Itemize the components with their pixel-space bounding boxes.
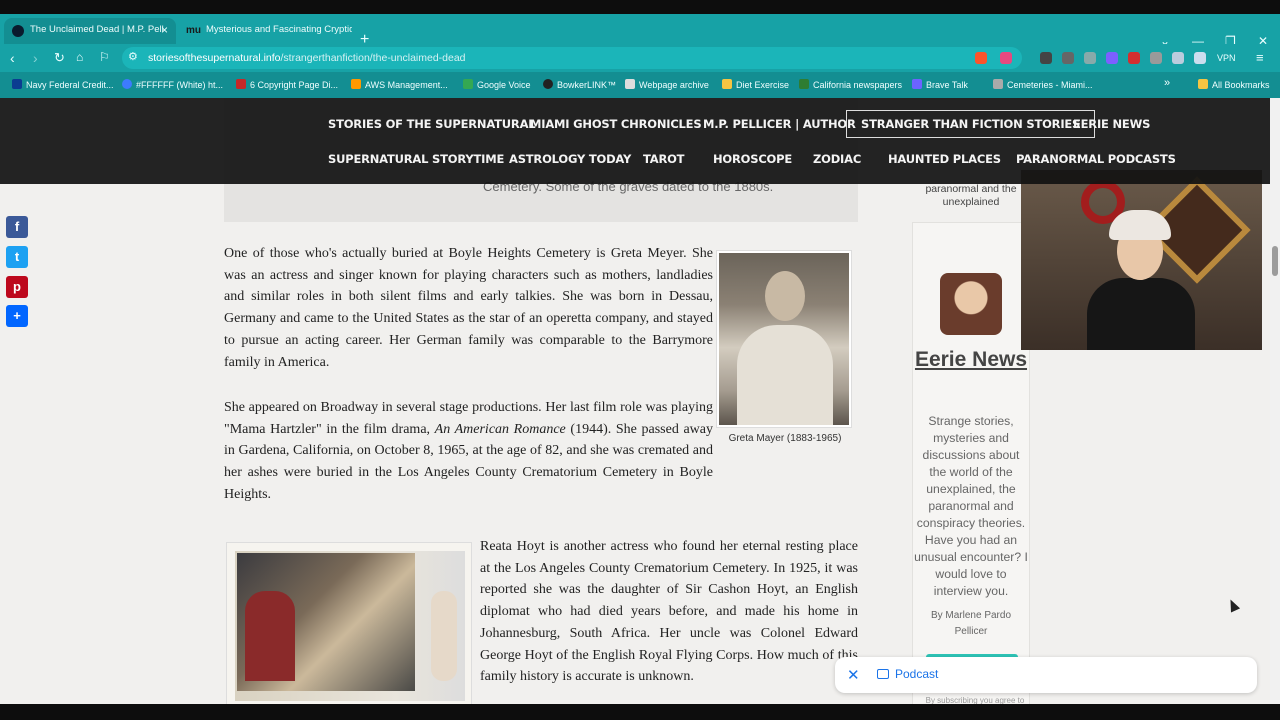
more-bookmarks-icon[interactable]: »: [1164, 77, 1170, 89]
sidebar-description: Strange stories, mysteries and discussio…: [914, 414, 1028, 598]
aws-icon: [351, 79, 361, 89]
close-tab-icon[interactable]: ×: [161, 23, 168, 37]
brave-rewards-icon[interactable]: [1000, 52, 1012, 64]
top-strip: [0, 0, 1280, 14]
sidebar-tagline: paranormal and the unexplained: [925, 183, 1017, 208]
webcam-overlay: [1021, 170, 1262, 350]
forward-icon[interactable]: ›: [33, 50, 38, 66]
nav-paranormal-podcasts[interactable]: PARANORMAL PODCASTS: [1016, 152, 1176, 166]
menu-icon[interactable]: ≡: [1256, 50, 1264, 65]
greta-meyer-image: [719, 253, 849, 425]
extensions-icon[interactable]: [1172, 52, 1184, 64]
nav-author[interactable]: M.P. PELLICER | AUTHOR: [703, 117, 856, 131]
brave-talk-icon: [912, 79, 922, 89]
extension-3-icon[interactable]: [1084, 52, 1096, 64]
copyright-icon: [236, 79, 246, 89]
bookmark-copyright[interactable]: 6 Copyright Page Di...: [236, 79, 338, 90]
facebook-share-icon[interactable]: f: [6, 216, 28, 238]
url-path: /strangerthanfiction/the-unclaimed-dead: [280, 52, 466, 64]
tab-title: Mysterious and Fascinating Cryptid: [206, 24, 352, 35]
newspaper-icon: [799, 79, 809, 89]
nav-horoscope[interactable]: HOROSCOPE: [713, 152, 792, 166]
bookmark-navy-federal[interactable]: Navy Federal Credit...: [12, 79, 114, 90]
paragraph-reata-hoyt: Reata Hoyt is another actress who found …: [480, 539, 858, 685]
globe-icon: [543, 79, 553, 89]
print-icon[interactable]: [1150, 52, 1162, 64]
bookmark-ffffff[interactable]: #FFFFFF (White) ht...: [122, 79, 223, 90]
address-bar-row: ‹ › ↻ ⌂ ⚐ ⚙ storiesofthesupernatural.inf…: [0, 44, 1280, 72]
nav-haunted-places[interactable]: HAUNTED PLACES: [888, 152, 1001, 166]
bookmark-california-newspapers[interactable]: California newspapers: [799, 79, 902, 90]
color-site-icon: [122, 79, 132, 89]
site-favicon-icon: [12, 25, 24, 37]
folder-icon: [722, 79, 732, 89]
podcast-icon: [877, 669, 889, 679]
bookmark-aws[interactable]: AWS Management...: [351, 79, 448, 90]
scrollbar[interactable]: [1270, 98, 1280, 704]
scrollbar-thumb[interactable]: [1272, 246, 1278, 276]
tab-title: The Unclaimed Dead | M.P. Pell: [30, 24, 164, 35]
leo-icon[interactable]: [1194, 52, 1206, 64]
reata-hoyt-photo: [226, 542, 472, 704]
twitter-share-icon[interactable]: t: [6, 246, 28, 268]
reload-icon[interactable]: ↻: [54, 50, 65, 66]
site-nav: STORIES OF THE SUPERNATURAL MIAMI GHOST …: [0, 98, 1270, 184]
pdf-extension-icon[interactable]: [1128, 52, 1140, 64]
nav-stranger-than-fiction[interactable]: STRANGER THAN FICTION STORIES: [846, 110, 1096, 138]
podcast-link[interactable]: Podcast: [895, 667, 938, 681]
subscribe-note: By subscribing you agree to: [925, 696, 1025, 704]
mouse-cursor-icon: [1225, 597, 1241, 613]
cemetery-site-icon: [993, 79, 1003, 89]
url-host: storiesofthesupernatural.info: [148, 52, 281, 64]
nav-eerie-news[interactable]: EERIE NEWS: [1073, 117, 1150, 131]
vpn-button[interactable]: VPN: [1217, 53, 1236, 63]
paragraph-greta-meyer: One of those who's actually buried at Bo…: [224, 246, 713, 370]
nav-miami-ghost-chronicles[interactable]: MIAMI GHOST CHRONICLES: [530, 117, 702, 131]
folder-icon: [1198, 79, 1208, 89]
bookmark-cemeteries[interactable]: Cemeteries - Miami...: [993, 79, 1093, 90]
navy-federal-icon: [12, 79, 22, 89]
extension-4-icon[interactable]: [1106, 52, 1118, 64]
archive-icon: [625, 79, 635, 89]
nav-tarot[interactable]: TAROT: [643, 152, 685, 166]
sidebar-byline: By Marlene Pardo Pellicer: [930, 610, 1012, 637]
close-podcast-icon[interactable]: ✕: [847, 666, 860, 684]
share-icon[interactable]: +: [6, 305, 28, 327]
extension-2-icon[interactable]: [1062, 52, 1074, 64]
nav-zodiac[interactable]: ZODIAC: [813, 152, 861, 166]
bookmarks-bar: Navy Federal Credit... #FFFFFF (White) h…: [0, 72, 1280, 98]
paragraph-broadway: She appeared on Broadway in several stag…: [224, 400, 713, 502]
extension-1-icon[interactable]: [1040, 52, 1052, 64]
eerie-news-link[interactable]: Eerie News: [912, 346, 1030, 373]
bookmark-diet-exercise[interactable]: Diet Exercise: [722, 79, 789, 90]
photo-caption: Greta Mayer (1883-1965): [728, 433, 842, 444]
avatar: [940, 273, 1002, 335]
bookmark-brave-talk[interactable]: Brave Talk: [912, 79, 968, 90]
tab-bar: The Unclaimed Dead | M.P. Pell × mu Myst…: [0, 14, 1280, 48]
home-icon[interactable]: ⌂: [76, 50, 83, 64]
tab-unclaimed-dead[interactable]: The Unclaimed Dead | M.P. Pell ×: [4, 18, 176, 44]
nav-supernatural-storytime[interactable]: SUPERNATURAL STORYTIME: [328, 152, 504, 166]
podcast-bar: ✕ Podcast: [835, 657, 1257, 693]
pinterest-share-icon[interactable]: p: [6, 276, 28, 298]
site-settings-icon[interactable]: ⚙: [128, 50, 138, 63]
url-text: storiesofthesupernatural.info/strangerth…: [148, 52, 466, 64]
web-page: Cemetery. Some of the graves dated to th…: [0, 98, 1270, 704]
reata-hoyt-image: [235, 551, 465, 701]
bookmark-google-voice[interactable]: Google Voice: [463, 79, 531, 90]
google-voice-icon: [463, 79, 473, 89]
tab-cryptid[interactable]: mu Mysterious and Fascinating Cryptid: [180, 18, 352, 44]
back-icon[interactable]: ‹: [10, 50, 15, 66]
nav-astrology-today[interactable]: ASTROLOGY TODAY: [509, 152, 631, 166]
bookmark-bowkerlink[interactable]: BowkerLINK™: [543, 79, 616, 90]
mu-favicon-icon: mu: [186, 25, 201, 36]
bookmark-icon[interactable]: ⚐: [99, 50, 110, 64]
all-bookmarks[interactable]: All Bookmarks: [1198, 79, 1270, 90]
brave-shield-icon[interactable]: [975, 52, 987, 64]
bottom-strip: [0, 704, 1280, 720]
bookmark-webpage-archive[interactable]: Webpage archive: [625, 79, 709, 90]
url-input[interactable]: ⚙ storiesofthesupernatural.info/stranger…: [122, 47, 1022, 69]
greta-meyer-photo: [716, 250, 852, 428]
nav-stories-of-the-supernatural[interactable]: STORIES OF THE SUPERNATURAL: [328, 117, 536, 131]
